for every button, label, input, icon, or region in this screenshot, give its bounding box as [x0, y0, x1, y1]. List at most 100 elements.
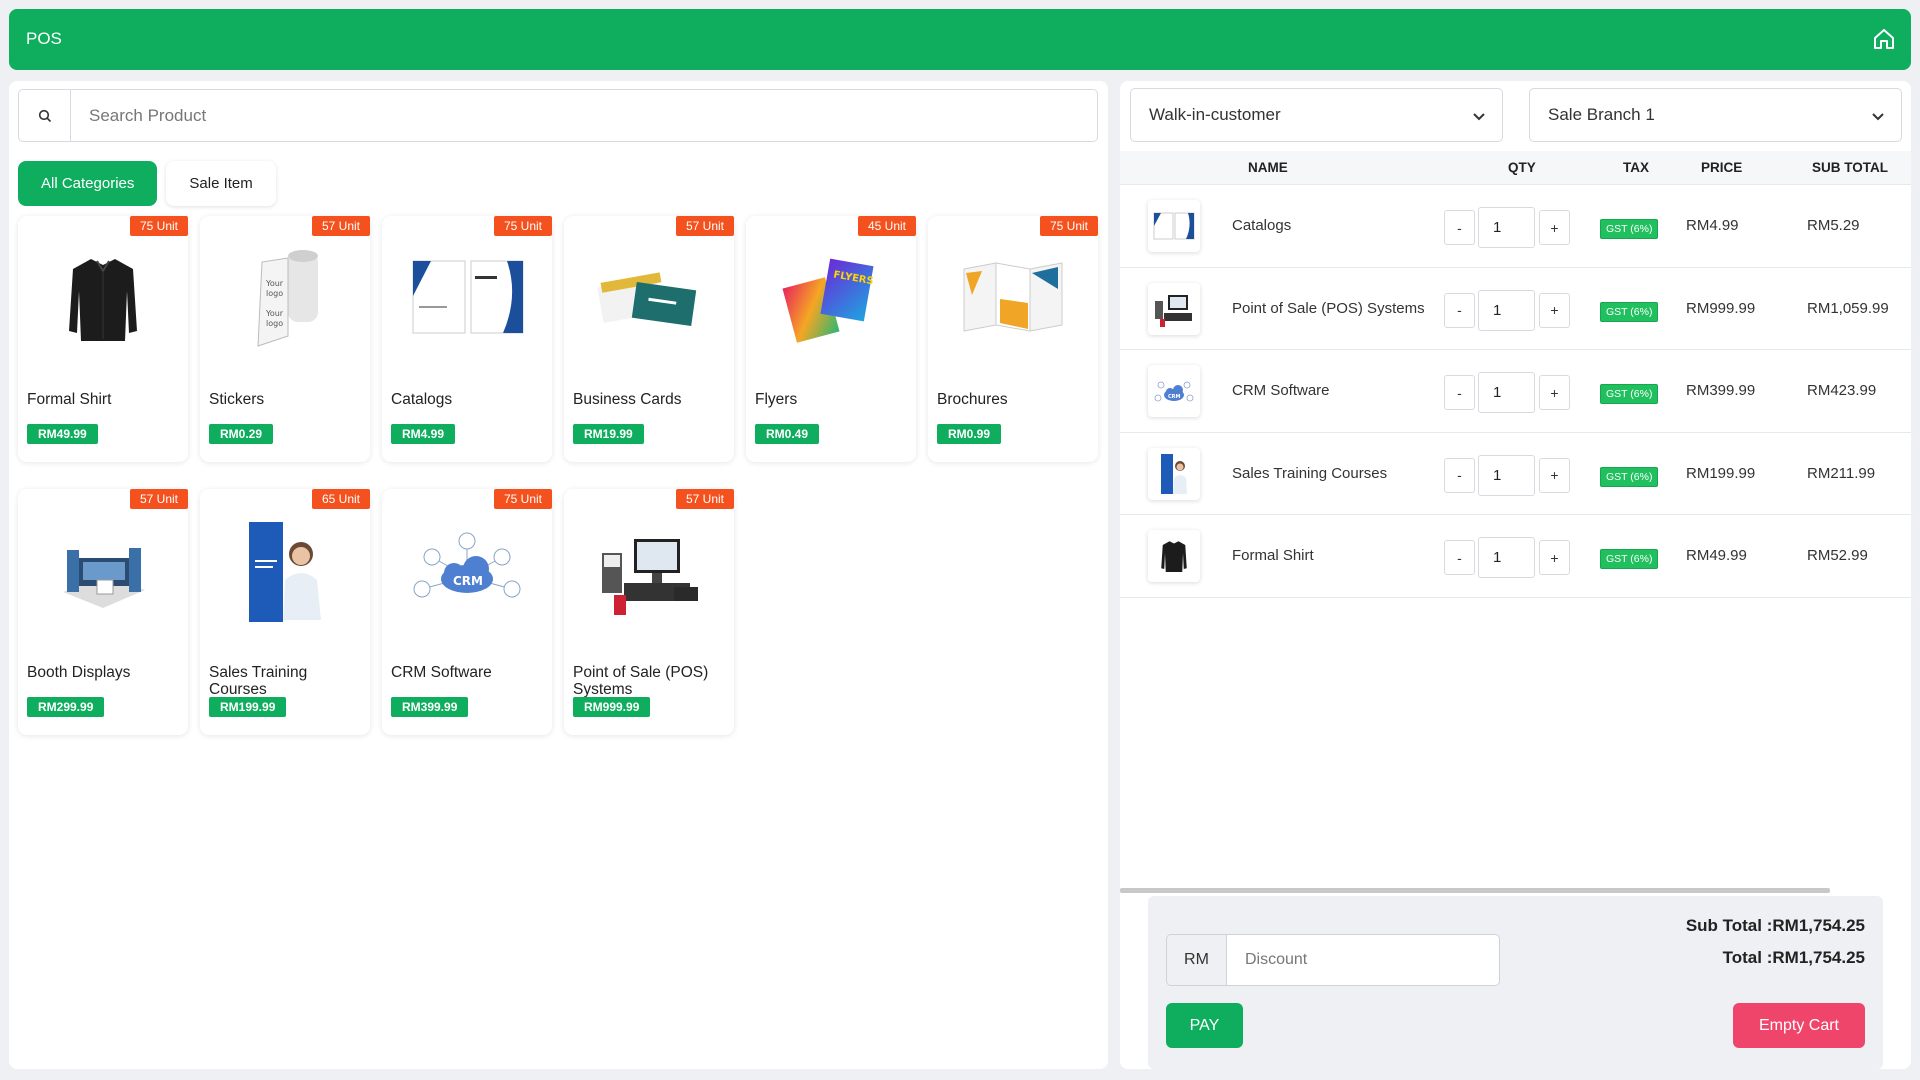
total-value: RM1,754.25 — [1772, 948, 1865, 967]
column-name: NAME — [1248, 160, 1288, 175]
cart-table-header: NAME QTY TAX PRICE SUB TOTAL — [1120, 151, 1911, 185]
search-input[interactable] — [71, 90, 1097, 141]
product-name: Formal Shirt — [27, 391, 112, 408]
product-card[interactable]: 75 Unit Catalogs RM4.99 — [382, 216, 552, 462]
qty-increase-button[interactable]: + — [1539, 210, 1570, 245]
branch-select[interactable]: Sale Branch 1 — [1529, 88, 1902, 142]
cart-item-price: RM49.99 — [1686, 547, 1747, 564]
product-card[interactable]: 75 Unit Formal Shirt RM49.99 — [18, 216, 188, 462]
product-grid: 75 Unit Formal Shirt RM49.99 57 Unit You… — [18, 216, 1103, 735]
product-card[interactable]: 57 Unit Business Cards RM19.99 — [564, 216, 734, 462]
stock-badge: 57 Unit — [675, 489, 734, 509]
product-price: RM199.99 — [209, 697, 287, 717]
cart-item-name: CRM Software — [1232, 382, 1330, 399]
product-panel: All Categories Sale Item 75 Unit Formal … — [9, 81, 1108, 1069]
cart-rows: Catalogs - + GST (6%) RM4.99 RM5.29 Poin… — [1120, 185, 1911, 598]
product-image — [584, 519, 714, 624]
product-name: Business Cards — [573, 391, 682, 408]
product-price: RM4.99 — [391, 424, 456, 444]
tax-badge: GST (6%) — [1600, 301, 1659, 322]
product-name: Booth Displays — [27, 664, 131, 681]
product-name: Catalogs — [391, 391, 453, 408]
cart-item-price: RM399.99 — [1686, 382, 1756, 399]
product-card[interactable]: 57 Unit Point of Sale (POS) Systems RM99… — [564, 489, 734, 735]
qty-input[interactable] — [1478, 372, 1535, 413]
cart-row: Catalogs - + GST (6%) RM4.99 RM5.29 — [1120, 185, 1911, 268]
product-price: RM299.99 — [27, 697, 105, 717]
cart-row: Point of Sale (POS) Systems - + GST (6%)… — [1120, 268, 1911, 350]
product-name: CRM Software — [391, 664, 492, 681]
cart-summary: Sub Total :RM1,754.25 Total :RM1,754.25 … — [1148, 896, 1883, 1069]
empty-cart-button[interactable]: Empty Cart — [1733, 1003, 1865, 1048]
qty-input[interactable] — [1478, 537, 1535, 578]
product-name: Point of Sale (POS) Systems — [573, 664, 709, 698]
tax-badge: GST (6%) — [1600, 384, 1659, 404]
svg-text:CRM: CRM — [1168, 394, 1181, 400]
product-card[interactable]: 57 Unit Booth Displays RM299.99 — [18, 489, 188, 735]
customer-select[interactable]: Walk-in-customer — [1130, 88, 1503, 142]
product-image — [948, 246, 1078, 351]
qty-decrease-button[interactable]: - — [1444, 292, 1475, 328]
product-card[interactable]: 45 Unit FLYERS Flyers RM0.49 — [746, 216, 916, 462]
cart-item-image — [1148, 200, 1200, 252]
search-bar — [18, 89, 1098, 142]
svg-text:Your: Your — [265, 309, 284, 318]
qty-input[interactable] — [1478, 207, 1535, 248]
qty-increase-button[interactable]: + — [1539, 457, 1570, 493]
search-icon[interactable] — [19, 90, 71, 141]
product-card[interactable]: 75 Unit Brochures RM0.99 — [928, 216, 1098, 462]
cart-item-name: Point of Sale (POS) Systems — [1232, 299, 1425, 317]
column-subtotal: SUB TOTAL — [1812, 160, 1888, 175]
tax-badge: GST (6%) — [1600, 466, 1659, 487]
product-name: Brochures — [937, 391, 1008, 408]
category-all[interactable]: All Categories — [18, 161, 158, 206]
product-price: RM999.99 — [573, 697, 651, 717]
home-icon[interactable] — [1872, 27, 1896, 51]
product-price: RM49.99 — [27, 424, 98, 444]
total-label: Total : — [1722, 948, 1773, 967]
category-sale-item[interactable]: Sale Item — [166, 161, 276, 206]
cart-row: Formal Shirt - + GST (6%) RM49.99 RM52.9… — [1120, 515, 1911, 598]
qty-decrease-button[interactable]: - — [1444, 457, 1475, 493]
pay-button[interactable]: PAY — [1166, 1003, 1243, 1048]
svg-text:Your: Your — [265, 279, 284, 288]
product-card[interactable]: 57 Unit Your logo Your logo Stickers RM0.29 — [200, 216, 370, 462]
qty-decrease-button[interactable]: - — [1444, 375, 1475, 410]
branch-value: Sale Branch 1 — [1548, 105, 1655, 124]
discount-group: RM — [1166, 934, 1500, 986]
subtotal-line: Sub Total :RM1,754.25 — [1686, 910, 1865, 942]
discount-input[interactable] — [1226, 934, 1500, 986]
subtotal-value: RM1,754.25 — [1772, 916, 1865, 935]
product-name: Sales Training Courses — [209, 664, 308, 698]
product-image — [38, 519, 168, 624]
cart-item-image — [1148, 282, 1200, 335]
product-price: RM0.29 — [209, 424, 274, 444]
qty-input[interactable] — [1478, 289, 1535, 331]
app-title: POS — [26, 29, 62, 48]
top-bar: POS — [9, 9, 1911, 70]
cart-item-image — [1148, 530, 1200, 582]
chevron-down-icon — [1472, 109, 1486, 127]
qty-input[interactable] — [1478, 454, 1535, 496]
cart-item-image: CRM — [1148, 365, 1200, 417]
product-price: RM0.49 — [755, 424, 820, 444]
customer-value: Walk-in-customer — [1149, 105, 1281, 124]
cart-item-image — [1148, 447, 1200, 500]
product-image — [584, 246, 714, 351]
stock-badge: 57 Unit — [129, 489, 188, 509]
tax-badge: GST (6%) — [1600, 219, 1659, 239]
subtotal-label: Sub Total : — [1685, 916, 1773, 935]
qty-decrease-button[interactable]: - — [1444, 540, 1475, 575]
svg-text:logo: logo — [266, 319, 283, 328]
product-image — [220, 519, 350, 624]
product-card[interactable]: 65 Unit Sales Training Courses RM199.99 — [200, 489, 370, 735]
qty-increase-button[interactable]: + — [1539, 540, 1570, 575]
qty-increase-button[interactable]: + — [1539, 375, 1570, 410]
qty-increase-button[interactable]: + — [1539, 292, 1570, 328]
stock-badge: 75 Unit — [493, 489, 552, 509]
qty-decrease-button[interactable]: - — [1444, 210, 1475, 245]
product-price: RM399.99 — [391, 697, 469, 717]
horizontal-scrollbar[interactable] — [1120, 888, 1830, 893]
product-card[interactable]: 75 Unit CRM CRM Software RM399.99 — [382, 489, 552, 735]
stock-badge: 57 Unit — [311, 216, 370, 236]
